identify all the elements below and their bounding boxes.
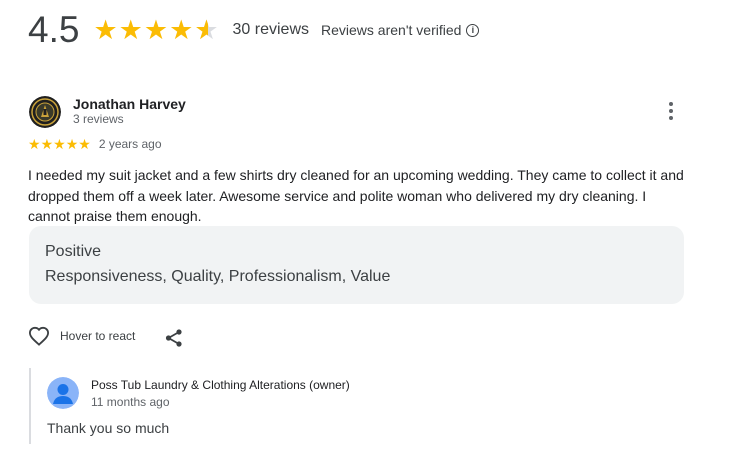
highlights-title: Positive — [45, 243, 102, 260]
star-icon: ★ — [93, 14, 118, 45]
heart-icon — [28, 326, 50, 346]
half-star-icon: ★ — [194, 16, 218, 44]
reviewer-review-count: 3 reviews — [73, 112, 124, 126]
star-icon: ★ — [169, 14, 194, 45]
review-highlights: Positive Responsiveness, Quality, Profes… — [29, 226, 684, 304]
star-icon: ★ — [78, 136, 91, 152]
average-stars: ★ ★ ★ ★ ★ — [93, 14, 218, 45]
owner-avatar — [47, 377, 79, 409]
reviewer-name[interactable]: Jonathan Harvey — [73, 96, 186, 112]
owner-reply-text: Thank you so much — [47, 420, 170, 436]
reviews-count[interactable]: 30 reviews — [233, 21, 309, 39]
react-label: Hover to react — [60, 329, 136, 343]
review-date: 2 years ago — [98, 137, 162, 151]
star-icon: ★ — [28, 136, 41, 152]
star-icon: ★ — [118, 14, 143, 45]
review-text: I needed my suit jacket and a few shirts… — [28, 167, 684, 224]
star-icon: ★ — [65, 136, 79, 152]
average-rating: 4.5 — [28, 9, 80, 50]
star-icon: ★ — [53, 136, 66, 152]
review-stars: ★ ★ ★ ★ ★ — [28, 137, 91, 151]
star-icon: ★ — [40, 136, 54, 152]
highlights-values: Responsiveness, Quality, Professionalism… — [45, 268, 391, 285]
reply-divider — [29, 368, 31, 444]
share-icon[interactable] — [164, 328, 184, 348]
verification-note-label: Reviews aren't verified — [321, 22, 462, 38]
more-vertical-icon[interactable] — [664, 100, 678, 122]
reviewer-avatar[interactable] — [29, 96, 61, 128]
verification-note[interactable]: Reviews aren't verified i — [321, 22, 480, 38]
owner-reply-date: 11 months ago — [91, 395, 170, 409]
info-icon[interactable]: i — [466, 23, 480, 37]
react-button[interactable]: Hover to react — [28, 326, 135, 346]
review-rating: ★ ★ ★ ★ ★ 2 years ago — [28, 137, 162, 151]
owner-name: Poss Tub Laundry & Clothing Alterations … — [91, 378, 350, 392]
rating-summary: 4.5 ★ ★ ★ ★ ★ 30 reviews Reviews aren't … — [28, 8, 480, 52]
star-icon: ★ — [143, 14, 169, 45]
